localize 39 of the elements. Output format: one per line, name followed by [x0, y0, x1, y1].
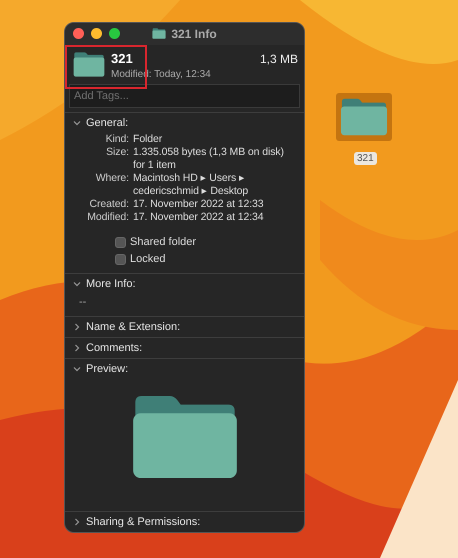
- field-value: Macintosh HD ▸ Users ▸ cedericschmid ▸ Desktop: [133, 172, 250, 198]
- field-label: Kind:: [104, 133, 129, 146]
- folder-icon: [73, 50, 105, 78]
- title-folder-icon: [152, 28, 166, 40]
- desktop-icon-label[interactable]: 321: [354, 152, 377, 165]
- folder-preview-icon: [130, 393, 238, 481]
- file-size: 1,3 MB: [260, 52, 298, 66]
- field-value: Folder: [133, 133, 164, 146]
- field-value: 17. November 2022 at 12:33: [133, 198, 264, 211]
- chevron-down-icon[interactable]: [73, 119, 81, 127]
- field-value: 1.335.058 bytes (1,3 MB on disk) for 1 item: [133, 146, 285, 172]
- field-label: Created:: [88, 198, 129, 211]
- tags-field[interactable]: Add Tags...: [69, 84, 300, 108]
- zoom-button[interactable]: [109, 28, 120, 40]
- section-title[interactable]: More Info:: [86, 278, 136, 290]
- checkbox-label: Locked: [130, 253, 166, 265]
- minimize-button[interactable]: [91, 28, 102, 40]
- field-label: Modified:: [86, 211, 129, 224]
- section-title[interactable]: Preview:: [86, 363, 128, 375]
- file-name: 321: [111, 50, 134, 66]
- field-label: Where:: [94, 172, 129, 186]
- field-value: 17. November 2022 at 12:34: [133, 211, 264, 224]
- chevron-right-icon[interactable]: [73, 518, 81, 526]
- chevron-right-icon[interactable]: [73, 344, 81, 352]
- chevron-down-icon[interactable]: [73, 280, 81, 288]
- folder-icon: [340, 97, 388, 137]
- window-title: 321 Info: [171, 26, 217, 41]
- section-title[interactable]: Comments:: [86, 342, 142, 354]
- field-label: Size:: [105, 146, 129, 160]
- checkbox-label: Shared folder: [130, 236, 196, 248]
- section-title[interactable]: General:: [86, 117, 128, 129]
- chevron-down-icon[interactable]: [73, 365, 81, 373]
- close-button[interactable]: [73, 28, 84, 40]
- section-title[interactable]: Sharing & Permissions:: [86, 516, 200, 528]
- checkbox[interactable]: [115, 254, 126, 264]
- section-title[interactable]: Name & Extension:: [86, 321, 180, 333]
- chevron-right-icon[interactable]: [73, 323, 81, 331]
- more-info-text: --: [79, 296, 88, 308]
- checkbox[interactable]: [115, 236, 126, 248]
